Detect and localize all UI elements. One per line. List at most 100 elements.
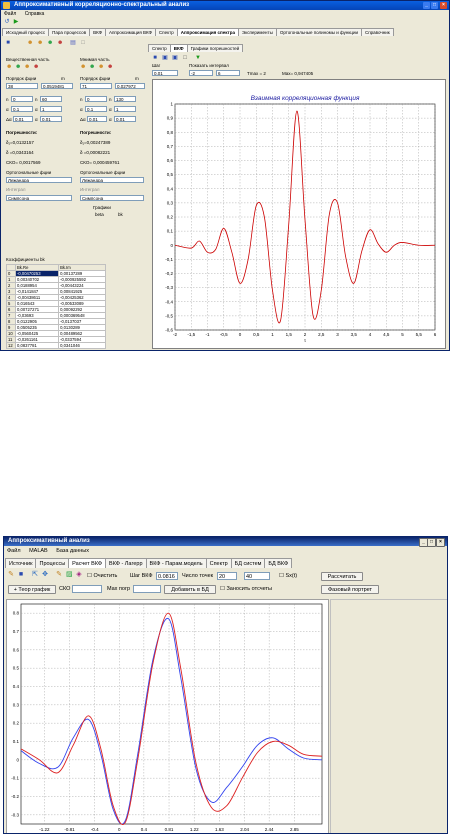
save-icon[interactable]: ■: [5, 40, 11, 46]
real-order-spinner[interactable]: 38: [6, 83, 38, 89]
record-samples-checkbox[interactable]: ☐ Заносить отсчеты: [220, 586, 272, 592]
print-icon-2[interactable]: ▣: [172, 55, 178, 61]
close-button[interactable]: ×: [440, 2, 447, 9]
print-icon[interactable]: ▣: [162, 55, 168, 61]
real-n-min[interactable]: 0: [11, 96, 33, 102]
people-icon-2[interactable]: ☻: [37, 40, 43, 46]
maximize-button-2[interactable]: □: [427, 538, 436, 547]
imag-e-field[interactable]: 0,01: [114, 116, 136, 122]
step-input[interactable]: 0,01: [152, 70, 178, 76]
export-icon[interactable]: ▼: [195, 55, 201, 61]
play-icon[interactable]: ▶: [13, 19, 19, 25]
page-icon-2[interactable]: □: [182, 55, 188, 61]
real-method-select[interactable]: Симпсона: [6, 195, 72, 201]
tab-process-pair[interactable]: Пара процессов: [48, 28, 91, 36]
maximize-button[interactable]: □: [431, 2, 438, 9]
tab-source[interactable]: Источник: [5, 558, 37, 568]
imag-method-select[interactable]: Симпсона: [80, 195, 144, 201]
theory-graph-button[interactable]: + Теор график: [8, 585, 56, 594]
move-icon[interactable]: ✥: [42, 571, 48, 578]
pen-icon[interactable]: ✎: [56, 571, 62, 578]
page-icon[interactable]: ▤: [70, 40, 76, 46]
eraser-icon[interactable]: ◈: [76, 571, 82, 578]
beta-radio[interactable]: beta: [95, 212, 104, 217]
points-input[interactable]: 20: [217, 572, 237, 580]
x-tick-label: -1,5: [187, 332, 195, 337]
menu-help[interactable]: Справка: [25, 11, 45, 17]
sx-checkbox[interactable]: ☐ Sx(t): [279, 573, 297, 579]
real-n-max[interactable]: 60: [40, 96, 62, 102]
tab-calc-vkf[interactable]: Расчет ВКФ: [68, 558, 107, 568]
tab-db-systems[interactable]: БД систем: [230, 558, 266, 568]
menu-malab[interactable]: MALAB: [29, 548, 48, 554]
tab-spectrum[interactable]: Спектр: [154, 28, 178, 36]
interval-from-input[interactable]: -2: [189, 70, 213, 76]
save-icon-3[interactable]: ■: [18, 571, 24, 578]
tab-experiments[interactable]: Эксперименты: [237, 28, 277, 36]
tab-vkf-laguerre[interactable]: ВКФ - Лагерр: [105, 558, 147, 568]
imag-n-max[interactable]: 130: [114, 96, 136, 102]
tab-spectrum-approx[interactable]: Аппроксимация спектра: [176, 28, 239, 36]
real-tool-icon-3[interactable]: ☻: [24, 64, 30, 70]
table-row[interactable]: 12 0,0837781 0,0341046: [6, 342, 106, 349]
menu-file-2[interactable]: Файл: [7, 548, 21, 554]
menu-file[interactable]: Файл: [4, 11, 16, 17]
save-icon-2[interactable]: ■: [152, 55, 158, 61]
bk-re-cell[interactable]: 0,0837781: [14, 342, 60, 349]
real-alpha-max[interactable]: 1: [40, 106, 62, 112]
zoom-icon[interactable]: ⇱: [32, 571, 38, 578]
imag-order-spinner[interactable]: 71: [80, 83, 112, 89]
points-input-2[interactable]: 40: [244, 572, 270, 580]
menu-database[interactable]: База данных: [56, 548, 89, 554]
tab-inner-errors[interactable]: Графики погрешностей: [186, 44, 244, 52]
tab-processes[interactable]: Процессы: [35, 558, 70, 568]
real-tool-icon-4[interactable]: ☻: [33, 64, 39, 70]
phase-portrait-button[interactable]: Фазовый портрет: [321, 585, 379, 594]
imag-alpha-min[interactable]: 0,1: [85, 106, 107, 112]
imag-dalpha-field[interactable]: 0,01: [87, 116, 107, 122]
tab-db-vkf[interactable]: БД ВКФ: [264, 558, 293, 568]
real-dalpha-field[interactable]: 0,01: [13, 116, 33, 122]
tab-inner-spectrum[interactable]: Спектр: [148, 44, 171, 52]
minimize-button[interactable]: _: [423, 2, 430, 9]
people-icon-4[interactable]: ☻: [57, 40, 63, 46]
tab-vkf-param[interactable]: ВКФ - Парам.модель: [145, 558, 207, 568]
tab-vkf[interactable]: ВКФ: [89, 28, 106, 36]
tab-source-process[interactable]: Исходный процесс: [2, 28, 50, 36]
people-icon-3[interactable]: ☻: [47, 40, 53, 46]
tab-reference[interactable]: Справочник: [360, 28, 394, 36]
imag-tool-icon-3[interactable]: ☻: [98, 64, 104, 70]
real-orth-select[interactable]: Лежандра: [6, 177, 72, 183]
tab-inner-vkf[interactable]: ВКФ: [169, 44, 188, 52]
bk-radio[interactable]: bk: [118, 212, 123, 217]
add-to-db-button[interactable]: Добавить в БД: [164, 585, 216, 594]
imag-alpha-max[interactable]: 1: [114, 106, 136, 112]
imag-orth-select[interactable]: Лежандра: [80, 177, 144, 183]
interval-to-input[interactable]: 6: [216, 70, 240, 76]
close-button-2[interactable]: ×: [436, 538, 445, 547]
tab-spectrum-2[interactable]: Спектр: [205, 558, 232, 568]
real-m-field[interactable]: 0,0519481: [41, 83, 73, 89]
tab-orth-polynomials[interactable]: Ортогональные полиномы и функции: [275, 28, 362, 36]
image-icon[interactable]: ▨: [66, 571, 73, 578]
step-vkf-input[interactable]: 0.0816: [156, 572, 178, 580]
imag-tool-icon-1[interactable]: ☻: [80, 64, 86, 70]
calculate-button[interactable]: Рассчитать: [321, 572, 363, 581]
real-e-field[interactable]: 0,01: [40, 116, 62, 122]
imag-m-field[interactable]: 0,027972: [115, 83, 145, 89]
imag-tool-icon-4[interactable]: ☻: [107, 64, 113, 70]
imag-tool-icon-2[interactable]: ☻: [89, 64, 95, 70]
imag-integral-checkbox[interactable]: Интеграл: [80, 187, 100, 192]
blank-icon[interactable]: □: [80, 40, 86, 46]
real-alpha-min[interactable]: 0,1: [11, 106, 33, 112]
brush-icon[interactable]: ✎: [8, 571, 14, 578]
real-tool-icon-1[interactable]: ☻: [6, 64, 12, 70]
clear-checkbox[interactable]: ☐ Очистить: [87, 573, 117, 579]
back-icon[interactable]: ↺: [4, 19, 10, 25]
imag-n-min[interactable]: 0: [85, 96, 107, 102]
real-tool-icon-2[interactable]: ☻: [15, 64, 21, 70]
real-integral-checkbox[interactable]: Интеграл: [6, 187, 26, 192]
bk-im-cell[interactable]: 0,0341046: [58, 342, 106, 349]
people-icon[interactable]: ☻: [27, 40, 33, 46]
tab-vkf-approx[interactable]: Аппроксимация ВКФ: [104, 28, 156, 36]
